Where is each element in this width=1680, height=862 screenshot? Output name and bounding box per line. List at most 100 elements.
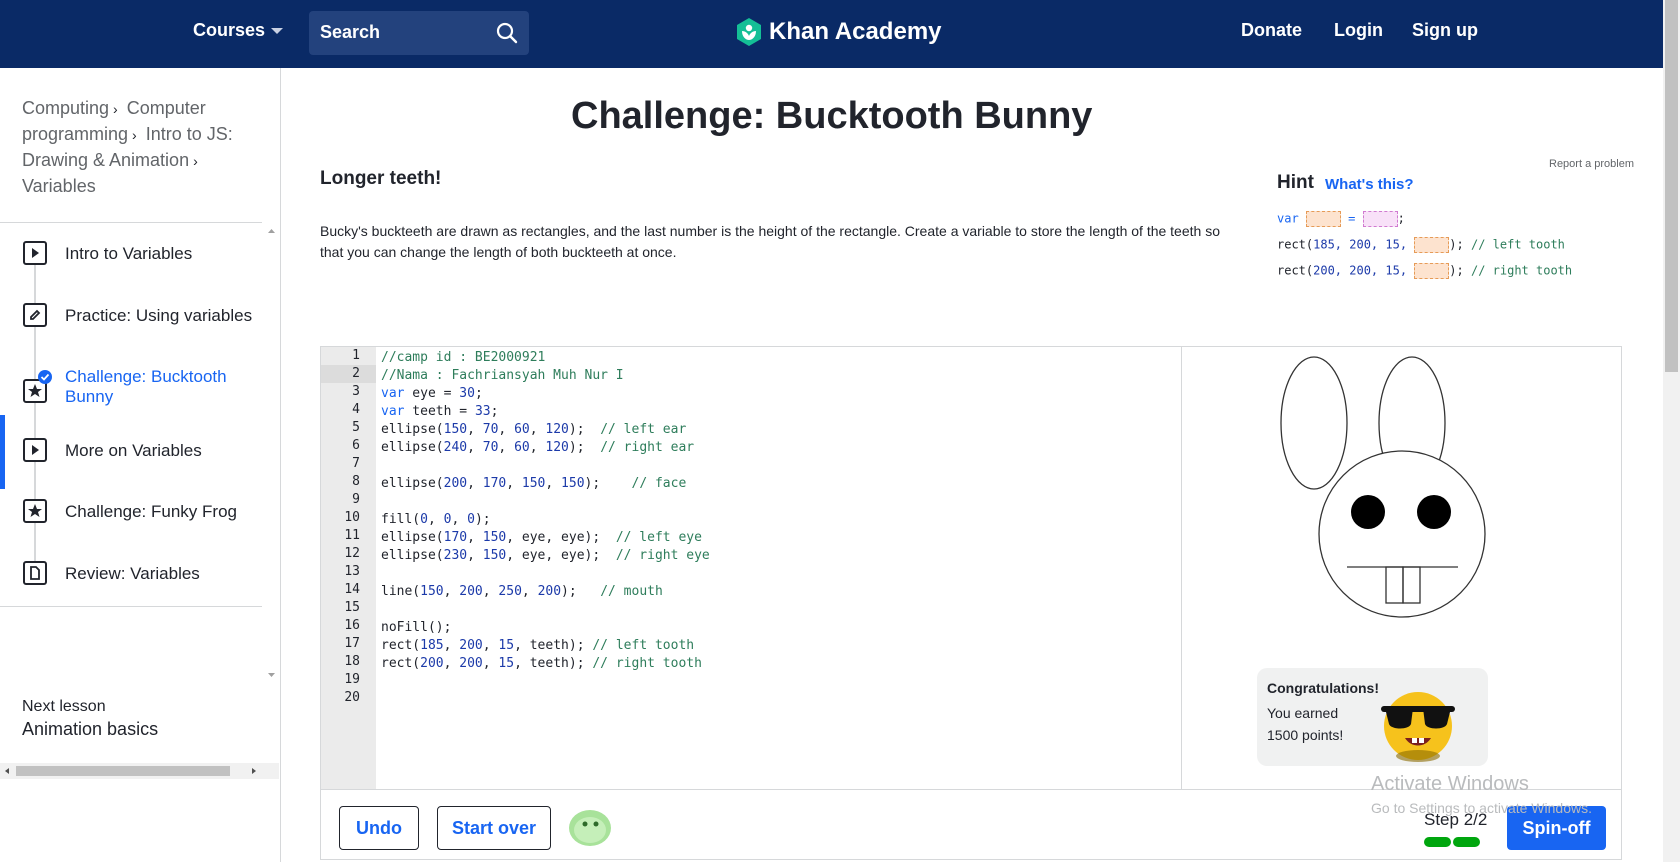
code-line[interactable]: ellipse(240, 70, 60, 120); // right ear bbox=[381, 439, 710, 457]
scroll-down-arrow-icon bbox=[268, 673, 275, 677]
courses-label: Courses bbox=[193, 20, 266, 40]
khan-academy-logo[interactable]: Khan Academy bbox=[735, 17, 942, 47]
scrollbar-thumb[interactable] bbox=[16, 766, 230, 776]
scrollbar-thumb[interactable] bbox=[1665, 0, 1678, 372]
code-line[interactable]: ellipse(200, 170, 150, 150); // face bbox=[381, 475, 710, 493]
code-editor[interactable]: //camp id : BE2000921//Nama : Fachriansy… bbox=[381, 349, 710, 709]
line-number: 18 bbox=[344, 654, 360, 669]
step-title: Longer teeth! bbox=[320, 168, 442, 189]
scroll-right-arrow-icon[interactable] bbox=[249, 766, 259, 776]
line-number: 6 bbox=[352, 438, 360, 453]
code-line[interactable]: rect(200, 200, 15, teeth); // right toot… bbox=[381, 655, 710, 673]
cool-mascot-icon bbox=[1381, 692, 1455, 762]
login-link[interactable]: Login bbox=[1334, 20, 1383, 41]
start-over-button[interactable]: Start over bbox=[437, 806, 551, 850]
hint-blank bbox=[1414, 237, 1450, 253]
sidebar-scrollbar[interactable] bbox=[264, 223, 279, 683]
code-line[interactable] bbox=[381, 601, 710, 619]
breadcrumb-variables[interactable]: Variables bbox=[22, 176, 96, 196]
sidebar-item-label: Review: Variables bbox=[65, 564, 200, 583]
chevron-down-icon bbox=[271, 28, 284, 35]
search-icon[interactable] bbox=[495, 21, 519, 45]
line-number: 1 bbox=[352, 348, 360, 363]
breadcrumb-separator-icon: › bbox=[113, 101, 118, 117]
lesson-sidebar: Computing › Computer programming › Intro t… bbox=[0, 68, 281, 862]
top-navigation-bar: Courses Search Khan Academy Donate Login… bbox=[0, 0, 1663, 68]
sidebar-item-label: More on Variables bbox=[65, 441, 202, 460]
line-number: 9 bbox=[352, 492, 360, 507]
report-problem-link[interactable]: Report a problem bbox=[1549, 158, 1634, 170]
line-number: 3 bbox=[352, 384, 360, 399]
page-scrollbar[interactable] bbox=[1663, 0, 1680, 862]
scroll-left-arrow-icon[interactable] bbox=[2, 766, 12, 776]
line-number: 4 bbox=[352, 402, 360, 417]
breadcrumb-computing[interactable]: Computing bbox=[22, 98, 109, 118]
line-number: 17 bbox=[344, 636, 360, 651]
khan-academy-leaf-icon bbox=[737, 18, 761, 46]
next-lesson-title: Animation basics bbox=[22, 719, 159, 739]
undo-button[interactable]: Undo bbox=[339, 806, 419, 850]
code-line[interactable]: noFill(); bbox=[381, 619, 710, 637]
sidebar-horizontal-scrollbar[interactable] bbox=[0, 763, 279, 779]
search-label: Search bbox=[320, 22, 381, 42]
hint-line-2: rect(185, 200, 15, ); // left tooth bbox=[1277, 237, 1565, 253]
line-number: 13 bbox=[344, 564, 360, 579]
donate-link[interactable]: Donate bbox=[1241, 20, 1302, 41]
code-line[interactable]: rect(185, 200, 15, teeth); // left tooth bbox=[381, 637, 710, 655]
line-number: 10 bbox=[344, 510, 360, 525]
code-line[interactable]: line(150, 200, 250, 200); // mouth bbox=[381, 583, 710, 601]
code-line[interactable] bbox=[381, 565, 710, 583]
sidebar-item-intro-to-variables[interactable]: Intro to Variables bbox=[0, 233, 262, 273]
star-icon bbox=[23, 499, 47, 523]
courses-menu-button[interactable]: Courses bbox=[193, 20, 284, 41]
line-number: 15 bbox=[344, 600, 360, 615]
line-number: 5 bbox=[352, 420, 360, 435]
code-line[interactable]: var teeth = 33; bbox=[381, 403, 710, 421]
step-2-progress bbox=[1453, 837, 1480, 847]
sidebar-item-challenge-funky-frog[interactable]: Challenge: Funky Frog bbox=[0, 491, 262, 531]
code-line[interactable]: ellipse(150, 70, 60, 120); // left ear bbox=[381, 421, 710, 439]
hint-blank bbox=[1305, 211, 1341, 227]
next-lesson[interactable]: Next lesson Animation basics bbox=[22, 698, 158, 740]
line-number-gutter: 1 2 3 4 5 6 7 8 9 10 11 12 13 14 15 16 17 18 19 20 bbox=[321, 347, 376, 789]
code-line[interactable] bbox=[381, 673, 710, 691]
code-line[interactable]: fill(0, 0, 0); bbox=[381, 511, 710, 529]
sidebar-item-label: Challenge: Funky Frog bbox=[65, 502, 237, 521]
line-number: 16 bbox=[344, 618, 360, 633]
line-number: 12 bbox=[344, 546, 360, 561]
line-number: 19 bbox=[344, 672, 360, 687]
sidebar-item-practice-using-variables[interactable]: Practice: Using variables bbox=[0, 295, 262, 335]
code-line[interactable] bbox=[381, 493, 710, 511]
page-title: Challenge: Bucktooth Bunny bbox=[571, 95, 1093, 137]
code-line[interactable]: //camp id : BE2000921 bbox=[381, 349, 710, 367]
sidebar-item-label: Practice: Using variables bbox=[65, 306, 253, 325]
sidebar-item-more-on-variables[interactable]: More on Variables bbox=[0, 430, 262, 470]
congrats-title: Congratulations! bbox=[1267, 680, 1379, 696]
code-line[interactable] bbox=[381, 691, 710, 709]
code-line[interactable]: var eye = 30; bbox=[381, 385, 710, 403]
play-icon bbox=[23, 241, 47, 265]
next-lesson-label: Next lesson bbox=[22, 698, 106, 715]
signup-link[interactable]: Sign up bbox=[1412, 20, 1478, 41]
breadcrumb-separator-icon: › bbox=[193, 153, 198, 169]
brand-name: Khan Academy bbox=[769, 18, 942, 45]
whats-this-link[interactable]: What's this? bbox=[1325, 176, 1414, 193]
code-line[interactable]: ellipse(170, 150, eye, eye); // left eye bbox=[381, 529, 710, 547]
sidebar-item-challenge-bucktooth-bunny[interactable]: Challenge: Bucktooth Bunny bbox=[0, 359, 262, 419]
line-number: 11 bbox=[344, 528, 360, 543]
breadcrumb: Computing › Computer programming › Intro t… bbox=[22, 96, 262, 199]
code-line[interactable]: //Nama : Fachriansyah Muh Nur I bbox=[381, 367, 710, 385]
windows-activation-watermark: Activate Windows Go to Settings to activ… bbox=[1371, 773, 1592, 816]
search-box[interactable]: Search bbox=[309, 11, 529, 55]
hint-line-1: var = ; bbox=[1277, 211, 1405, 227]
code-line[interactable]: ellipse(230, 150, eye, eye); // right ey… bbox=[381, 547, 710, 565]
active-lesson-indicator bbox=[0, 415, 5, 489]
line-number: 2 bbox=[321, 365, 376, 383]
lesson-list: Intro to Variables Practice: Using varia… bbox=[0, 223, 262, 606]
hint-line-3: rect(200, 200, 15, ); // right tooth bbox=[1277, 263, 1573, 279]
line-number: 20 bbox=[344, 690, 360, 705]
code-line[interactable] bbox=[381, 457, 710, 475]
sidebar-item-review-variables[interactable]: Review: Variables bbox=[0, 553, 262, 593]
sidebar-item-label: Intro to Variables bbox=[65, 244, 193, 263]
line-number: 7 bbox=[352, 456, 360, 471]
